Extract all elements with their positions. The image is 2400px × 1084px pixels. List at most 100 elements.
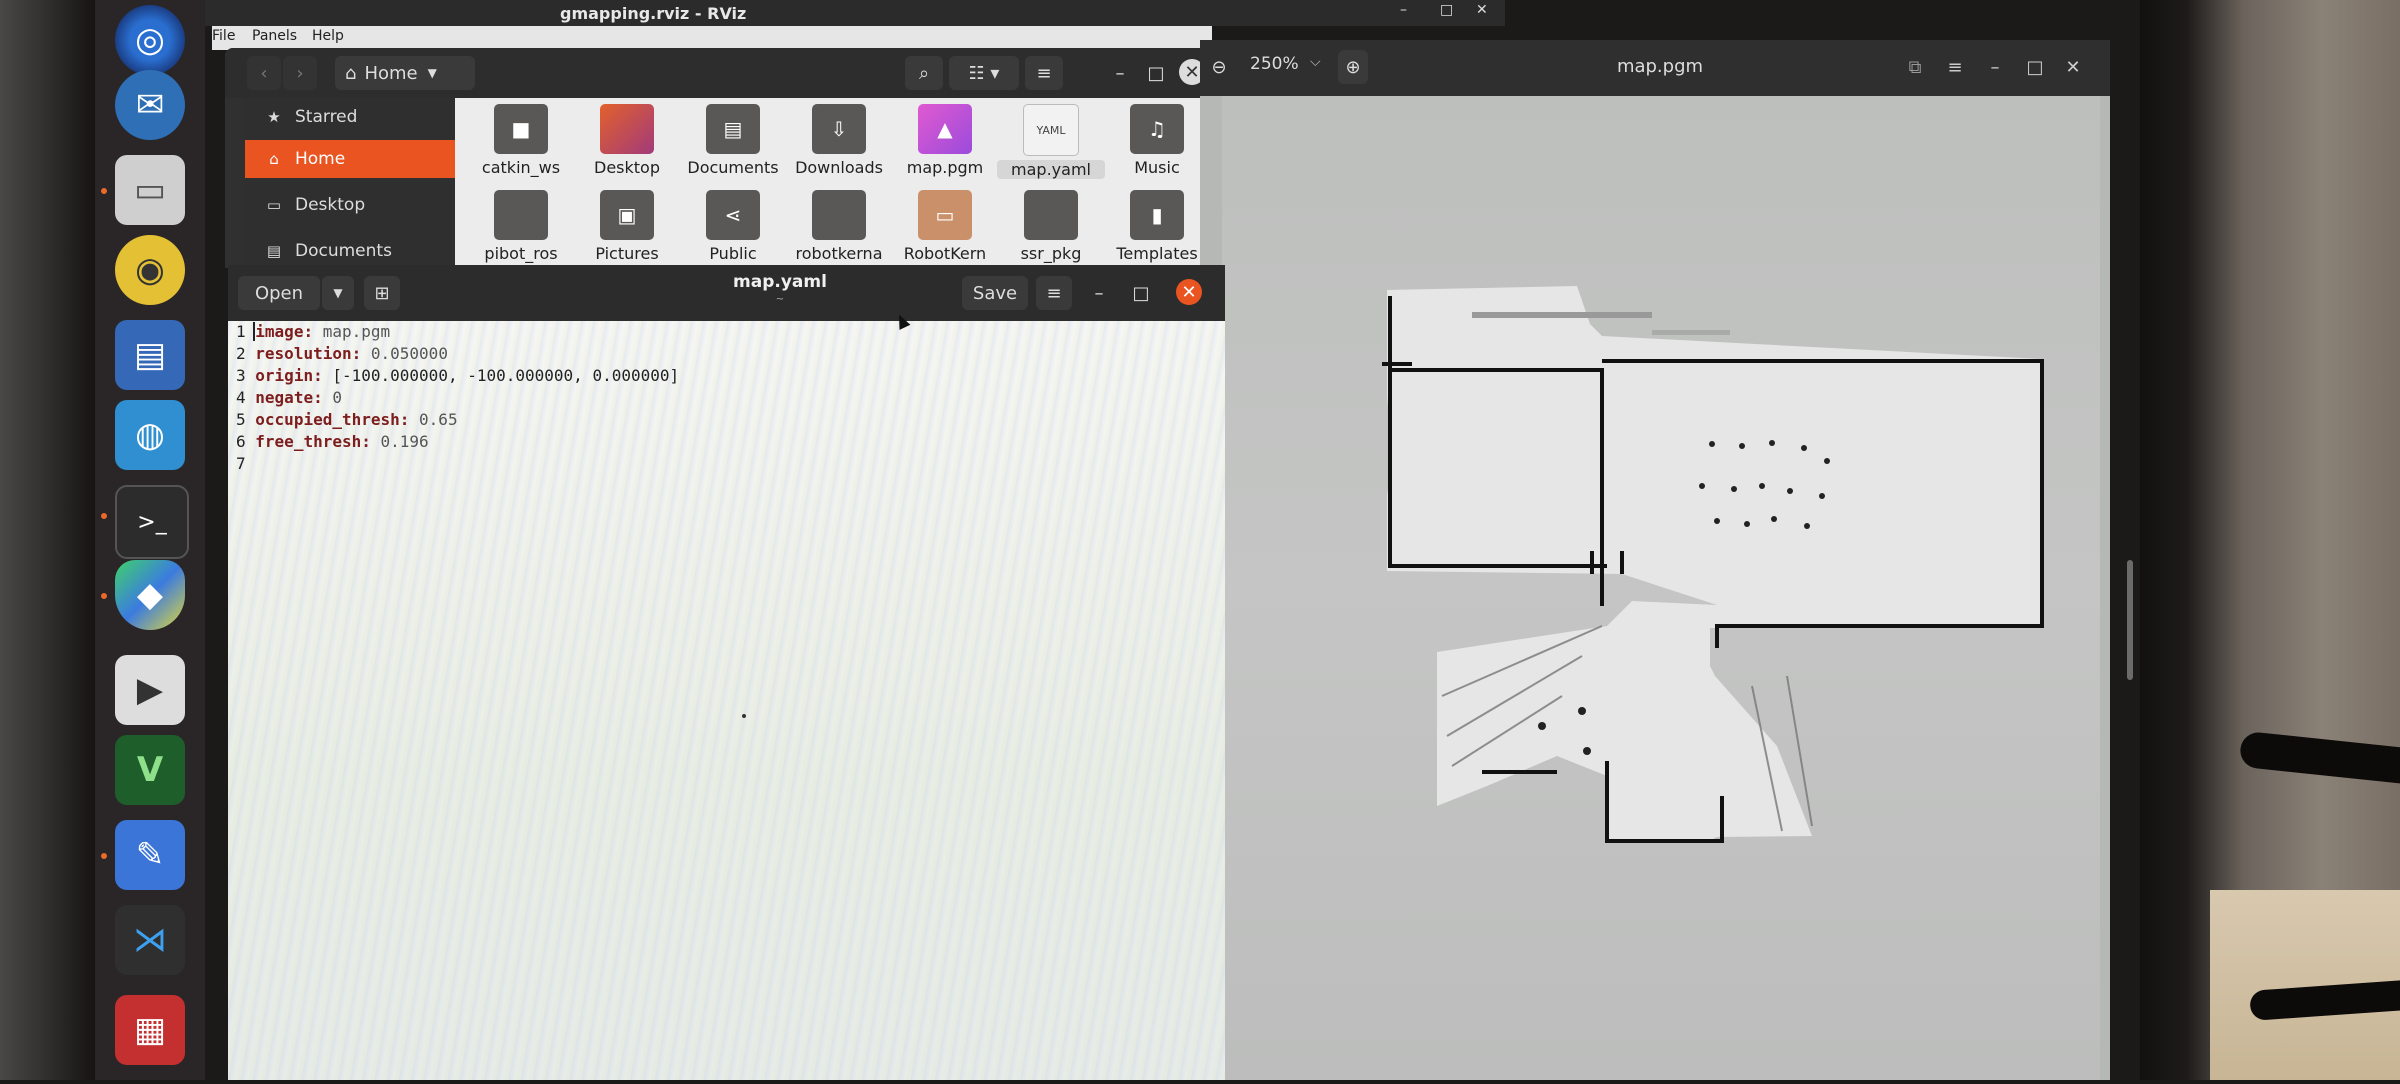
line-number: 6 <box>236 432 246 451</box>
menu-button[interactable]: ≡ <box>1025 56 1063 90</box>
yaml-value: 0.050000 <box>361 344 448 363</box>
file-label: RobotKern <box>903 244 987 263</box>
code-line: 7 <box>236 454 246 473</box>
text-editor-icon[interactable]: ✎ <box>115 820 185 890</box>
thunderbird-icon[interactable]: ✉ <box>115 70 185 140</box>
file-item[interactable]: ▤ Documents <box>679 104 787 182</box>
monitor-bezel-left <box>0 0 95 1080</box>
sidebar-item-home[interactable]: ⌂ Home <box>245 140 455 178</box>
chevron-down-icon: ▼ <box>333 286 343 300</box>
list-view-icon: ☷ ▾ <box>968 62 1000 84</box>
yaml-value: 0.65 <box>409 410 458 429</box>
files-sidebar: ★ Starred ⌂ Home ▭ Desktop ▤ Documents <box>245 98 455 268</box>
app-grid-icon[interactable]: ▦ <box>115 995 185 1065</box>
code-line: 3 origin: [-100.000000, -100.000000, 0.0… <box>236 366 679 385</box>
view-options-button[interactable]: ☷ ▾ <box>949 56 1019 90</box>
menu-button[interactable]: ≡ <box>1036 276 1072 310</box>
close-button[interactable]: ✕ <box>1176 279 1202 305</box>
maximize-button[interactable]: □ <box>2020 50 2050 84</box>
forward-button[interactable]: › <box>283 56 317 90</box>
file-label: ssr_pkg <box>1020 244 1082 263</box>
minimize-button[interactable]: – <box>1105 56 1135 90</box>
file-item[interactable]: ▣ Pictures <box>573 190 681 268</box>
ubuntu-dock: ◎ ✉ ▭ ◉ ▤ ◍ >_ ◆ ▶ V ✎ ⋊ ▦ <box>95 0 205 1080</box>
file-item[interactable]: robotkerna <box>785 190 893 268</box>
rviz-close-button[interactable]: ✕ <box>1476 2 1488 18</box>
search-button[interactable]: ⌕ <box>905 56 943 90</box>
rviz-minimize-button[interactable]: – <box>1400 2 1407 18</box>
file-item[interactable]: pibot_ros <box>467 190 575 268</box>
file-label: map.yaml <box>997 160 1105 179</box>
line-number: 3 <box>236 366 246 385</box>
folder-icon <box>812 190 866 240</box>
menu-file[interactable]: File <box>212 28 235 44</box>
sidebar-item-label: Home <box>295 149 346 169</box>
yaml-key: origin: <box>255 366 323 385</box>
file-item[interactable]: Desktop <box>573 104 681 182</box>
close-button[interactable]: ✕ <box>2058 50 2088 84</box>
zoom-in-icon[interactable]: ⊕ <box>1338 50 1368 84</box>
minimize-button[interactable]: – <box>1980 50 2010 84</box>
text-cursor <box>253 322 255 341</box>
file-item[interactable]: ■ catkin_ws <box>467 104 575 182</box>
zoom-level[interactable]: 250% <box>1250 54 1299 74</box>
open-menu-button[interactable]: ▼ <box>322 276 354 310</box>
image-canvas[interactable] <box>1222 96 2224 1080</box>
maximize-button[interactable]: □ <box>1126 276 1156 310</box>
chromium-icon[interactable]: ◎ <box>115 5 185 75</box>
templates-folder-icon: ▮ <box>1130 190 1184 240</box>
path-bar-home[interactable]: ⌂ Home ▼ <box>335 56 475 90</box>
search-icon: ⌕ <box>918 62 930 84</box>
sidebar-item-desktop[interactable]: ▭ Desktop <box>245 186 455 224</box>
sidebar-item-starred[interactable]: ★ Starred <box>245 98 455 136</box>
file-item-selected[interactable]: YAML map.yaml <box>997 104 1105 182</box>
yaml-key: negate: <box>255 388 323 407</box>
fullscreen-icon[interactable]: ⧉ <box>1900 50 1930 84</box>
terminal-icon[interactable]: >_ <box>115 485 189 559</box>
menu-help[interactable]: Help <box>312 28 344 44</box>
screen-recorder-icon[interactable]: ▶ <box>115 655 185 725</box>
maximize-button[interactable]: □ <box>1141 56 1171 90</box>
file-item[interactable]: ♫ Music <box>1103 104 1211 182</box>
hamburger-icon[interactable]: ≡ <box>1940 50 1970 84</box>
yaml-value: 0 <box>322 388 342 407</box>
public-folder-icon: ⋖ <box>706 190 760 240</box>
music-folder-icon: ♫ <box>1130 104 1184 154</box>
file-label: Pictures <box>595 244 659 263</box>
yaml-value: 0.196 <box>370 432 429 451</box>
chevron-down-icon: ▼ <box>427 66 437 80</box>
software-center-icon[interactable]: ◍ <box>115 400 185 470</box>
back-button[interactable]: ‹ <box>247 56 281 90</box>
file-item[interactable]: ⋖ Public <box>679 190 787 268</box>
file-label: robotkerna <box>795 244 883 263</box>
rviz-icon[interactable]: ◆ <box>115 560 185 630</box>
vscode-icon[interactable]: ⋊ <box>115 905 185 975</box>
running-indicator <box>101 188 107 194</box>
rhythmbox-icon[interactable]: ◉ <box>115 235 185 305</box>
file-item[interactable]: ▭ RobotKern <box>891 190 999 268</box>
vim-icon[interactable]: V <box>115 735 185 805</box>
chevron-down-icon[interactable]: ⌵ <box>1310 54 1321 70</box>
rviz-maximize-button[interactable]: □ <box>1440 2 1453 18</box>
image-viewer-title: map.pgm <box>1616 56 1704 77</box>
code-line: 5 occupied_thresh: 0.65 <box>236 410 458 429</box>
path-label: Home <box>364 62 418 84</box>
file-item[interactable]: ▲ map.pgm <box>891 104 999 182</box>
zoom-out-icon[interactable]: ⊖ <box>1204 50 1234 84</box>
line-number: 1 <box>236 322 246 341</box>
document-icon: ▤ <box>266 242 282 260</box>
file-item[interactable]: ⇩ Downloads <box>785 104 893 182</box>
file-item[interactable]: ▮ Templates <box>1103 190 1211 268</box>
files-icon[interactable]: ▭ <box>115 155 185 225</box>
files-grid: ■ catkin_ws Desktop ▤ Documents ⇩ Downloads… <box>455 98 1220 268</box>
libreoffice-writer-icon[interactable]: ▤ <box>115 320 185 390</box>
new-tab-button[interactable]: ⊞ <box>364 276 400 310</box>
scrollbar[interactable] <box>2127 560 2133 680</box>
file-item[interactable]: ssr_pkg <box>997 190 1105 268</box>
save-button[interactable]: Save <box>962 276 1028 310</box>
menu-panels[interactable]: Panels <box>252 28 297 44</box>
folder-icon <box>494 190 548 240</box>
desktop-folder-icon <box>600 104 654 154</box>
minimize-button[interactable]: – <box>1084 276 1114 310</box>
open-button[interactable]: Open <box>238 276 320 310</box>
